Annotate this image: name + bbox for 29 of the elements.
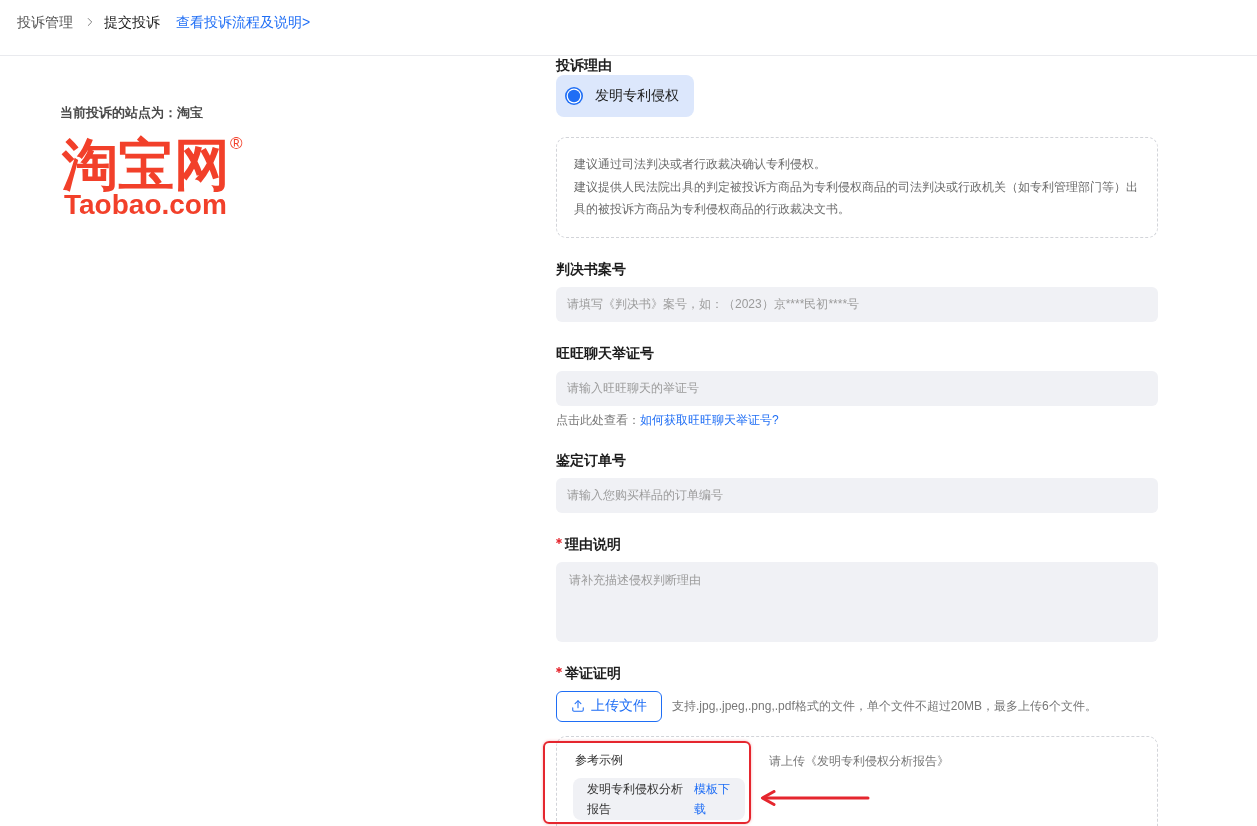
textarea-input[interactable]: 请补充描述侵权判断理由 (556, 561, 1158, 642)
field-label: 投诉理由 (556, 57, 612, 74)
template-download-link[interactable]: 模板下载 (694, 778, 732, 819)
field-label: 理由说明 (565, 534, 621, 554)
help-link[interactable]: 如何获取旺旺聊天举证号? (640, 410, 779, 429)
example-title: 参考示例 (575, 751, 623, 769)
field-label: 判决书案号 (556, 259, 626, 279)
text-input[interactable]: 请输入旺旺聊天的举证号 (556, 370, 1158, 406)
field-label: 鉴定订单号 (556, 450, 626, 470)
field-label: 旺旺聊天举证号 (556, 343, 654, 363)
site-label: 当前投诉的站点为：淘宝 (60, 104, 203, 122)
logo-domain: Taobao.com (64, 192, 227, 218)
hint-text: 点击此处查看： (556, 411, 640, 429)
note-text: 建议通过司法判决或者行政裁决确认专利侵权。 (574, 156, 827, 173)
upload-button[interactable]: 上传文件 (556, 690, 662, 722)
text-input[interactable]: 请填写《判决书》案号，如：（2023）京****民初****号 (556, 286, 1158, 322)
note-text: 建议提供人民法院出具的判定被投诉方商品为专利侵权商品的司法判决或行政机关（如专利管理部门等）出具的被投诉方商品为专利侵权商品的行政裁决文书。 (574, 178, 1139, 218)
reason-option[interactable]: 发明专利侵权 (556, 75, 694, 117)
upload-icon (571, 699, 585, 713)
breadcrumb-item: 提交投诉 (104, 13, 160, 32)
text-input[interactable]: 请输入您购买样品的订单编号 (556, 477, 1158, 513)
breadcrumb-item[interactable]: 投诉管理 (17, 12, 73, 32)
process-help-link[interactable]: 查看投诉流程及说明> (176, 12, 311, 32)
upload-hint: 支持.jpg,.jpeg,.png,.pdf格式的文件，单个文件不超过20MB，最多上传6个文件。 (672, 698, 1097, 715)
field-label: 举证证明 (565, 663, 621, 683)
registered-mark: ® (230, 135, 243, 152)
upload-instruction: 请上传《发明专利侵权分析报告》 (769, 752, 949, 770)
example-file-name: 发明专利侵权分析报告 (587, 780, 684, 818)
radio-icon[interactable] (565, 87, 583, 105)
